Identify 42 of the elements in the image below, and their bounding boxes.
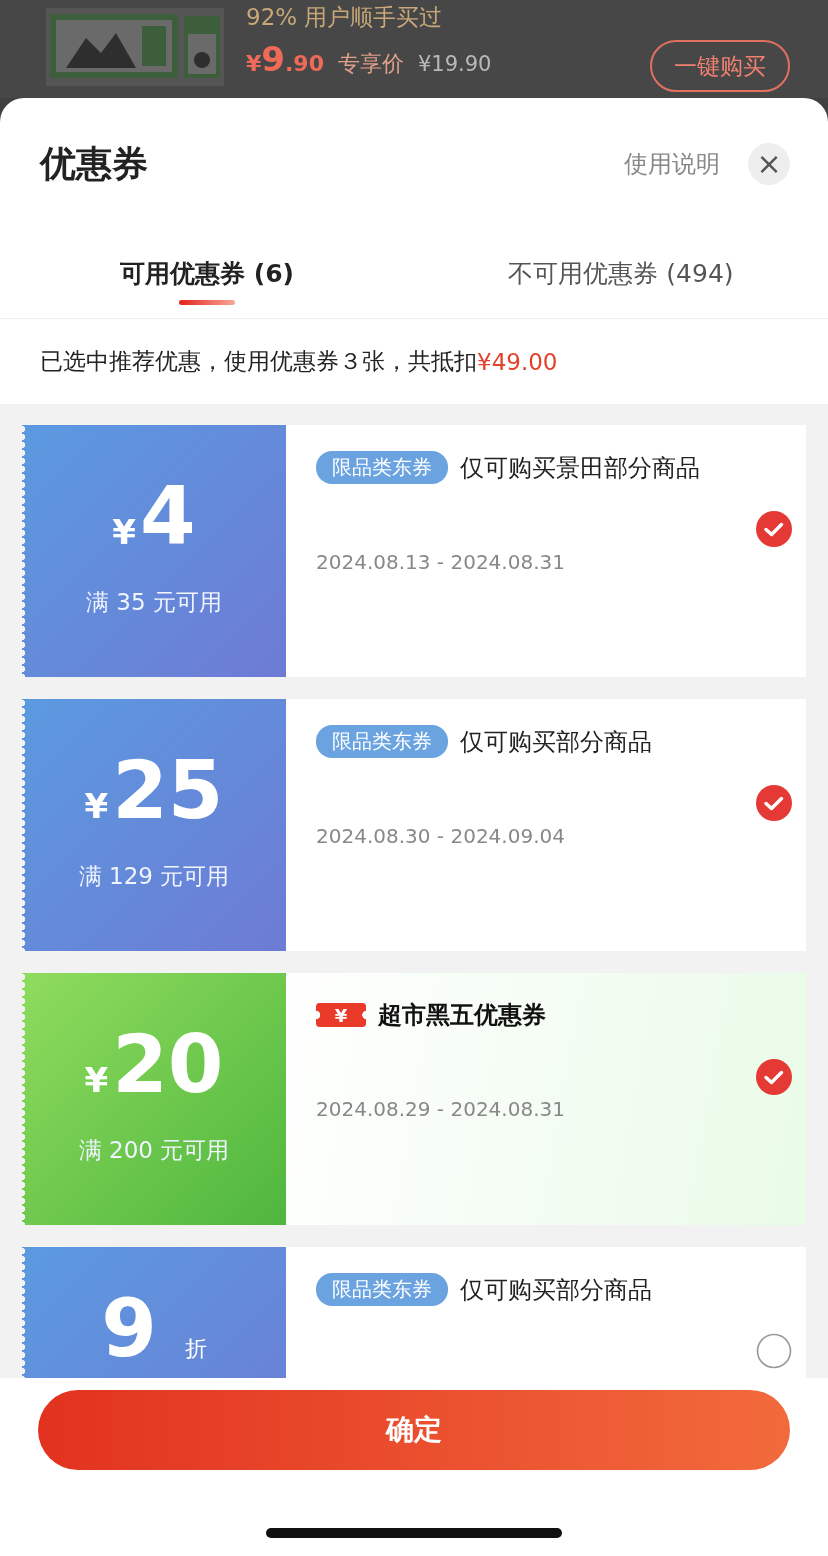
tab[interactable]: 可用优惠券 (6) bbox=[0, 200, 414, 318]
discount-unit: 折 bbox=[184, 1335, 207, 1363]
ticket-badge: ¥ bbox=[316, 1003, 366, 1027]
tab[interactable]: 不可用优惠券 (494) bbox=[414, 200, 828, 318]
checked-icon[interactable] bbox=[756, 785, 792, 821]
coupon-dates: 2024.08.13 - 2024.08.31 bbox=[316, 550, 566, 574]
summary-text: 已选中推荐优惠，使用优惠券３张，共抵扣 bbox=[40, 347, 477, 376]
coupon-title: 超市黑五优惠券 bbox=[378, 1000, 546, 1031]
social-proof-text: 92% 用户顺手买过 bbox=[246, 3, 444, 32]
coupon-card[interactable]: ¥4 满 35 元可用 限品类东券 仅可购买景田部分商品 2024.08.13 - 2024.08.31 bbox=[22, 425, 806, 677]
confirm-button[interactable]: 确定 bbox=[38, 1390, 790, 1470]
unchecked-circle[interactable] bbox=[756, 1333, 792, 1369]
coupon-tag: 限品类东券 bbox=[316, 451, 448, 484]
coupon-value: 4 bbox=[140, 476, 196, 557]
coupon-value: 20 bbox=[112, 1024, 224, 1105]
close-button[interactable]: × bbox=[748, 143, 790, 185]
coupon-card[interactable]: ¥20 满 200 元可用 ¥ 超市黑五优惠券 2024.08.29 - 2024.08.31 bbox=[22, 973, 806, 1225]
buy-now-button[interactable]: 一键购买 bbox=[650, 40, 790, 92]
coupon-dates: 2024.08.29 - 2024.08.31 bbox=[316, 1097, 566, 1121]
coupon-tag: 限品类东券 bbox=[316, 1273, 448, 1306]
coupon-title: 仅可购买景田部分商品 bbox=[460, 452, 700, 484]
currency-symbol: ¥ bbox=[112, 511, 136, 552]
currency-symbol: ¥ bbox=[84, 785, 109, 826]
price-text: ¥9.90 bbox=[246, 39, 324, 79]
discount-amount: ¥49.00 bbox=[477, 348, 558, 375]
coupon-dates: 2024.08.30 - 2024.09.04 bbox=[316, 824, 566, 848]
coupon-condition: 满 129 元可用 bbox=[78, 861, 230, 891]
coupon-tag: 限品类东券 bbox=[316, 725, 448, 758]
checked-icon[interactable] bbox=[756, 1059, 792, 1095]
help-link[interactable]: 使用说明 bbox=[624, 148, 720, 180]
currency-symbol: ¥ bbox=[84, 1059, 109, 1100]
coupon-condition: 满 35 元可用 bbox=[86, 587, 222, 617]
price-label: 专享价 bbox=[337, 50, 404, 78]
coupon-value: 9 bbox=[101, 1289, 157, 1369]
checked-icon[interactable] bbox=[756, 511, 792, 547]
sheet-title: 优惠券 bbox=[40, 141, 148, 186]
coupon-value: 25 bbox=[112, 750, 224, 831]
original-price: ¥19.90 bbox=[417, 52, 492, 76]
coupon-title: 仅可购买部分商品 bbox=[460, 726, 652, 758]
coupon-title: 仅可购买部分商品 bbox=[460, 1274, 652, 1306]
coupon-card[interactable]: ¥25 满 129 元可用 限品类东券 仅可购买部分商品 2024.08.30 - 2024.09.04 bbox=[22, 699, 806, 951]
coupon-condition: 满 200 元可用 bbox=[78, 1135, 230, 1165]
